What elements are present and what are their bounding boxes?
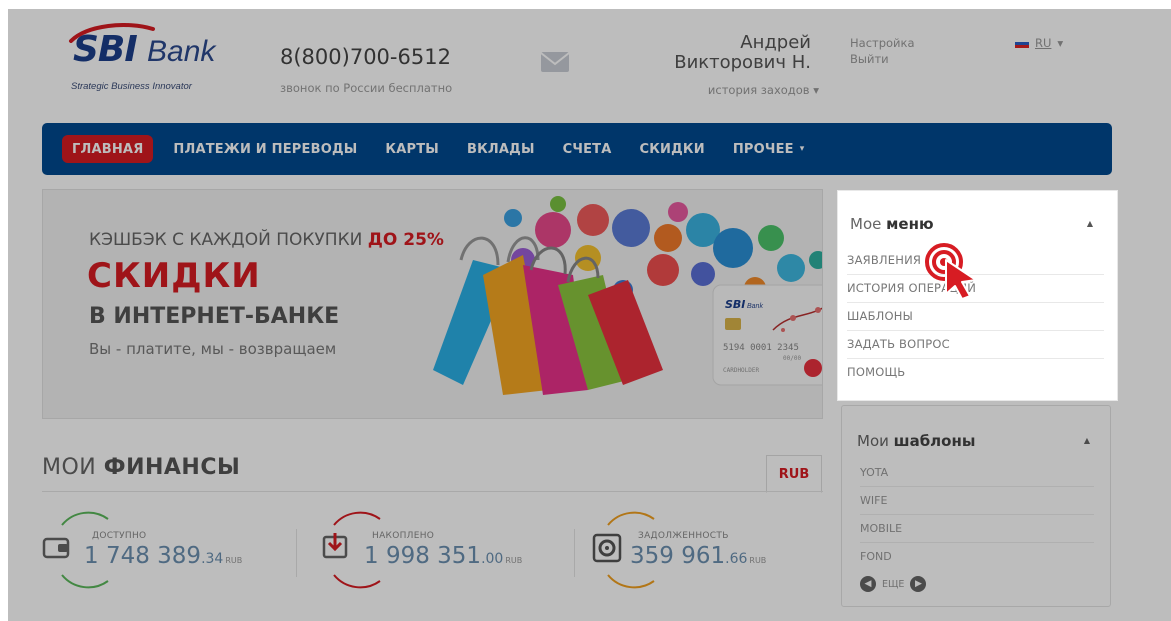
my-menu-title: Мое меню [850, 215, 934, 233]
bank-page: SBI Bank Strategic Business Innovator 8(… [8, 9, 1171, 621]
collapse-arrow-icon[interactable]: ▲ [1087, 219, 1093, 228]
menu-item-templates[interactable]: ШАБЛОНЫ [847, 309, 1104, 331]
my-menu-title-bold: меню [886, 215, 934, 233]
my-menu-title-light: Мое [850, 215, 882, 233]
menu-item-help[interactable]: ПОМОЩЬ [847, 365, 1104, 386]
click-pointer-icon [925, 243, 977, 300]
menu-item-ask-question[interactable]: ЗАДАТЬ ВОПРОС [847, 337, 1104, 359]
screenshot-stage: SBI Bank Strategic Business Innovator 8(… [0, 0, 1171, 621]
